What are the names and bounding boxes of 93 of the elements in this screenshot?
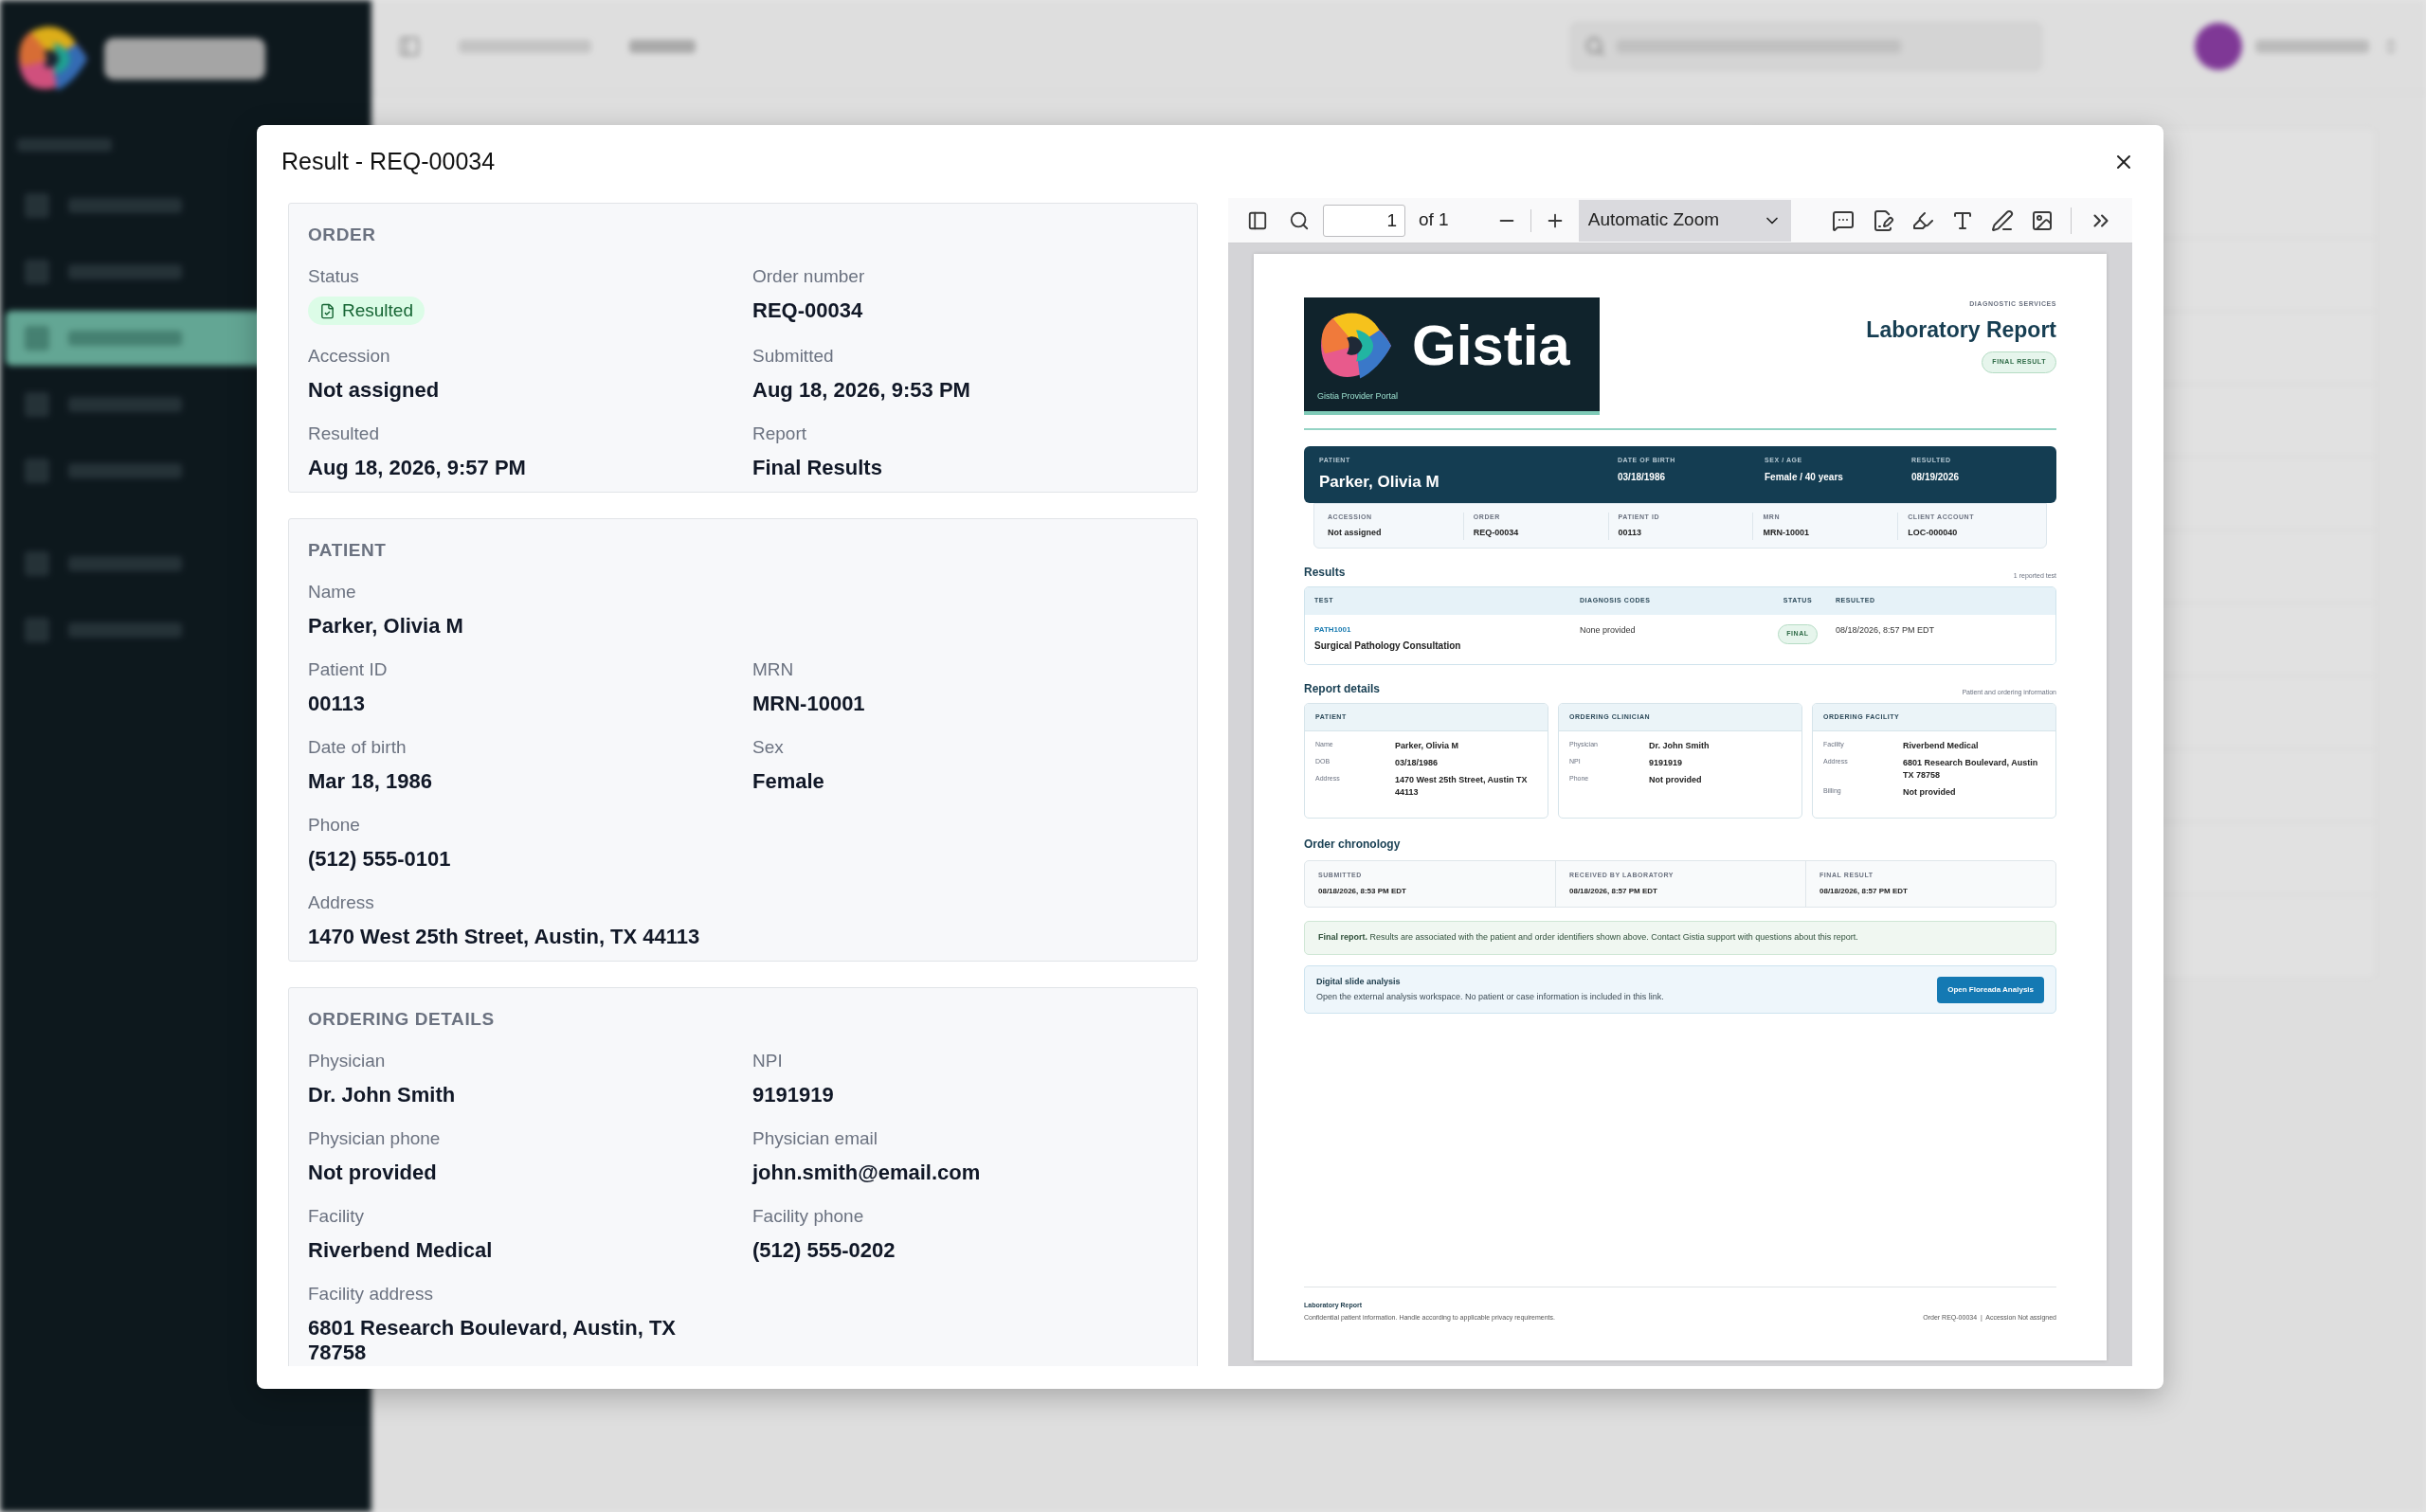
field-label: Physician email xyxy=(752,1128,878,1149)
field-label: Resulted xyxy=(308,423,379,444)
field-label: Date of birth xyxy=(308,737,407,758)
field-value: 1470 West 25th Street, Austin, TX 44113 xyxy=(308,925,700,949)
sidebar-toggle-icon[interactable] xyxy=(1247,209,1268,231)
detail-value: Riverbend Medical xyxy=(1903,740,1980,752)
file-check-icon xyxy=(319,302,335,319)
slide-text: Open the external analysis workspace. No patient or case information is included in this link. xyxy=(1316,990,1664,1003)
open-analysis-button[interactable]: Open Floreada Analysis xyxy=(1937,976,2044,1003)
field-label: Phone xyxy=(308,815,360,836)
search-icon xyxy=(1584,35,1605,57)
identifier-value: LOC-000040 xyxy=(1908,527,1959,539)
section-title: ORDERING DETAILS xyxy=(308,1009,496,1030)
field-value: Riverbend Medical xyxy=(308,1238,493,1263)
status-badge: Resulted xyxy=(308,297,425,325)
field-value: john.smith@email.com xyxy=(752,1161,981,1185)
detail-value: Not provided xyxy=(1649,774,1703,787)
field-value: (512) 555-0101 xyxy=(308,847,451,872)
field-value: Mar 18, 1986 xyxy=(308,769,432,794)
field-label: Status xyxy=(308,266,359,287)
identifier-value: REQ-00034 xyxy=(1473,527,1520,539)
field-value: 6801 Research Boulevard, Austin, TX 78758 xyxy=(308,1316,677,1365)
pen-icon[interactable] xyxy=(1991,208,2014,232)
field-value: Dr. John Smith xyxy=(308,1083,456,1107)
field-value: Aug 18, 2026, 9:53 PM xyxy=(752,378,970,403)
field-label: Patient ID xyxy=(308,659,388,680)
logo-caption: Gistia Provider Portal xyxy=(1317,390,1400,403)
field-label: Facility phone xyxy=(752,1206,864,1227)
breadcrumb-bar xyxy=(629,39,696,53)
field-value: Parker, Olivia M xyxy=(308,614,463,639)
field-label: Name xyxy=(308,582,356,603)
field-label: Accession xyxy=(308,346,390,367)
field-label: Submitted xyxy=(752,346,834,367)
field-label: Physician xyxy=(308,1051,386,1071)
identifier-value: MRN-10001 xyxy=(1763,527,1810,539)
field-label: Order number xyxy=(752,266,865,287)
table-cell-text: 08/18/2026, 8:57 PM EDT xyxy=(1836,624,1936,637)
avatar[interactable] xyxy=(2195,22,2242,70)
notice-text: Final report. Results are associated with the patient and order identifiers shown above. Contact Gistia support with questions about this report. xyxy=(1318,931,1858,945)
identifier-value: 00113 xyxy=(1618,527,1643,539)
field-label: Physician phone xyxy=(308,1128,441,1149)
field-value: Final Results xyxy=(752,456,882,480)
report-title: Laboratory Report xyxy=(1866,315,2056,344)
table-cell-text: None provided xyxy=(1580,624,1637,637)
section-heading: Order chronology xyxy=(1304,837,1402,853)
section-title: ORDER xyxy=(308,225,377,245)
image-icon[interactable] xyxy=(2031,208,2054,232)
field-label: Address xyxy=(308,892,374,913)
section-title: PATIENT xyxy=(308,540,388,561)
detail-value: Parker, Olivia M xyxy=(1395,740,1460,752)
chronology-value: 08/18/2026, 8:57 PM EDT xyxy=(1820,885,1909,897)
page-number-field[interactable]: 1 xyxy=(1323,204,1405,237)
detail-value: 9191919 xyxy=(1649,757,1684,770)
detail-value: Dr. John Smith xyxy=(1649,740,1711,752)
identifier-value: Not assigned xyxy=(1328,527,1383,539)
section-heading: Report details xyxy=(1304,681,1380,697)
field-value: REQ-00034 xyxy=(752,298,863,323)
chronology-value: 08/18/2026, 8:53 PM EDT xyxy=(1318,885,1407,897)
sidebar-toggle-icon xyxy=(398,34,421,58)
search-icon[interactable] xyxy=(1289,209,1310,231)
comment-icon[interactable] xyxy=(1832,208,1855,232)
signature-icon[interactable] xyxy=(1872,208,1894,232)
banner-value: Parker, Olivia M xyxy=(1319,471,1440,493)
field-label: NPI xyxy=(752,1051,783,1071)
banner-value: 03/18/1986 xyxy=(1618,470,1667,484)
section-heading: Results xyxy=(1304,565,1346,581)
banner-value: Female / 40 years xyxy=(1765,470,1844,484)
field-value: (512) 555-0202 xyxy=(752,1238,896,1263)
banner-value: 08/19/2026 xyxy=(1911,470,1961,484)
field-value: Female xyxy=(752,769,824,794)
detail-value: 1470 West 25th Street, Austin TX 44113 xyxy=(1395,774,1529,800)
field-value: Aug 18, 2026, 9:57 PM xyxy=(308,456,526,480)
test-code[interactable]: PATH1001 xyxy=(1314,624,1580,636)
field-value: 9191919 xyxy=(752,1083,834,1107)
field-label: Sex xyxy=(752,737,784,758)
field-value: MRN-10001 xyxy=(752,692,865,716)
slide-title: Digital slide analysis xyxy=(1316,976,1402,988)
chronology-value: 08/18/2026, 8:57 PM EDT xyxy=(1569,885,1658,897)
zoom-select[interactable]: Automatic Zoom xyxy=(1578,199,1791,242)
logo-wordmark: Gistia xyxy=(1412,317,1570,374)
field-value: Not assigned xyxy=(308,378,440,403)
detail-value: Not provided xyxy=(1903,786,1957,800)
dialog-title: Result - REQ-00034 xyxy=(281,146,496,176)
field-label: MRN xyxy=(752,659,794,680)
field-value: 00113 xyxy=(308,692,365,716)
detail-value: 6801 Research Boulevard, Austin TX 78758 xyxy=(1903,757,2039,783)
test-name: Surgical Pathology Consultation xyxy=(1314,639,1462,653)
detail-value: 03/18/1986 xyxy=(1395,757,1439,770)
field-label: Report xyxy=(752,423,807,444)
field-value: Not provided xyxy=(308,1161,437,1185)
page-count: of 1 xyxy=(1419,208,1449,232)
field-label: Facility xyxy=(308,1206,365,1227)
field-label: Facility address xyxy=(308,1284,433,1305)
